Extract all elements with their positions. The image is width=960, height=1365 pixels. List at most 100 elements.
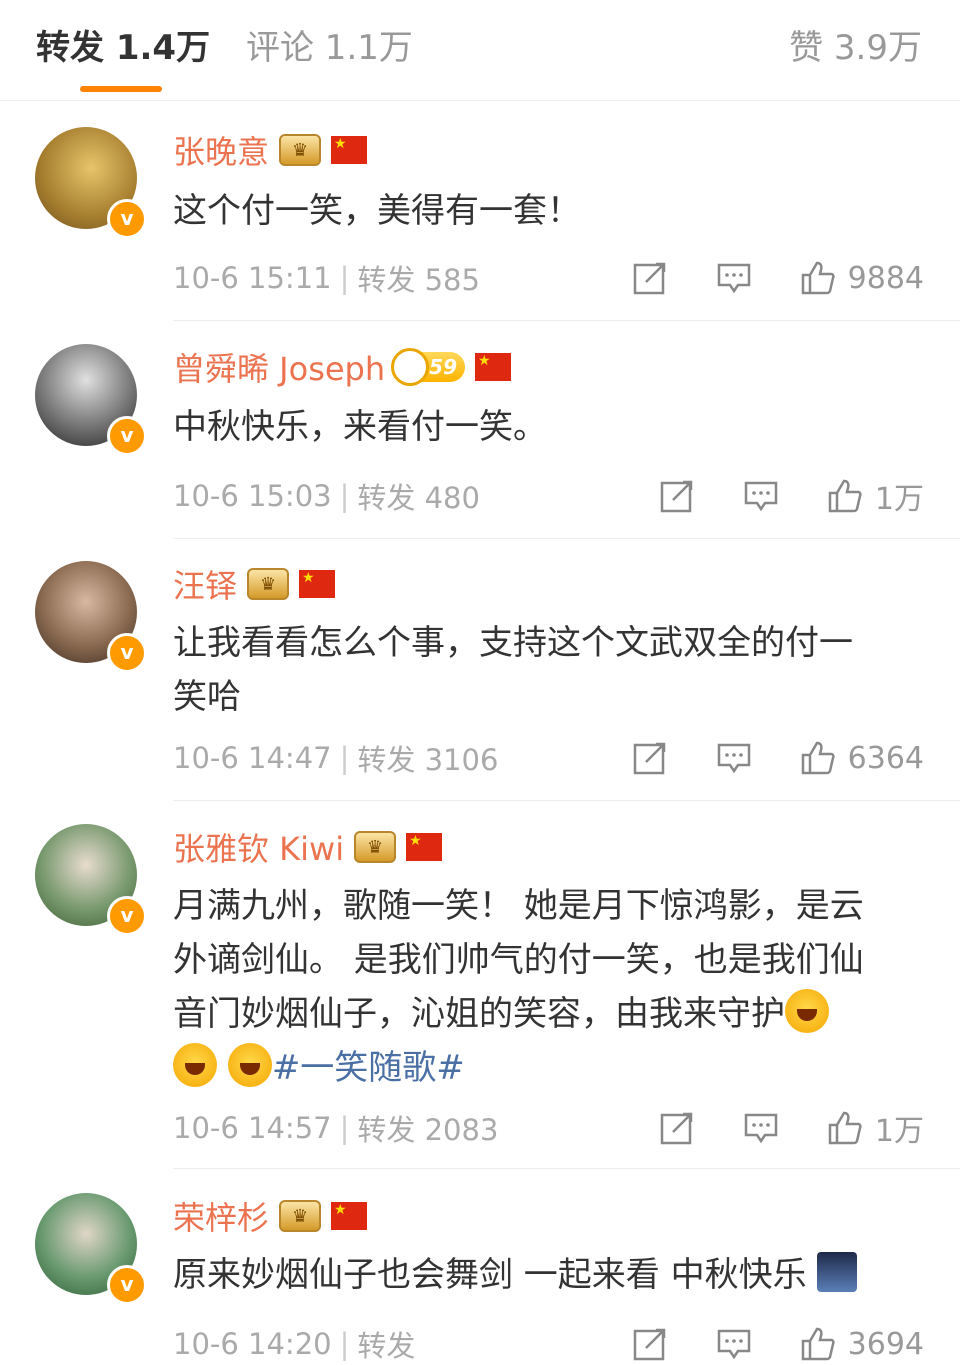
comment-actions: 1万 (659, 474, 924, 518)
name-row: 荣梓杉 ♛ (173, 1193, 368, 1239)
like-button[interactable]: 6364 (800, 740, 924, 776)
level-badge: 59 (391, 348, 465, 386)
comment-meta: 10-6 15:11 | 转发 585 (173, 258, 480, 298)
share-icon[interactable] (632, 260, 668, 296)
member-crown-icon: ♛ (279, 134, 322, 166)
meta-separator: | (339, 1327, 350, 1361)
verified-badge-icon: v (107, 416, 147, 456)
comment-actions: 1万 (659, 1106, 924, 1150)
share-icon[interactable] (632, 1326, 668, 1362)
tab-repost[interactable]: 转发 1.4万 (36, 26, 210, 70)
active-tab-indicator (80, 86, 162, 92)
like-count: 1万 (874, 1114, 924, 1149)
comment-meta: 10-6 14:47 | 转发 3106 (173, 738, 498, 778)
comment-date: 10-6 15:11 (173, 261, 332, 295)
comment-text: 月满九州，歌随一笑！ 她是月下惊鸿影，是云 外谪剑仙。 是我们帅气的付一笑，也是… (173, 879, 923, 1095)
verified-badge-icon: v (107, 633, 147, 673)
user-name[interactable]: 曾舜晞 Joseph (173, 344, 385, 390)
comment-meta: 10-6 15:03 | 转发 480 (173, 476, 480, 516)
comment-text-line: 音门妙烟仙子，沁姐的笑容，由我来守护 (173, 987, 923, 1041)
meta-separator: | (339, 261, 350, 295)
verified-badge-icon: v (107, 199, 147, 239)
comment-actions: 3694 (632, 1324, 924, 1364)
comment-text-segment: 音门妙烟仙子，沁姐的笑容，由我来守护 (173, 994, 785, 1034)
share-icon[interactable] (659, 1110, 695, 1146)
comment-text-line: #一笑随歌# (173, 1041, 923, 1095)
thumbs-up-icon (801, 1327, 835, 1361)
member-crown-icon: ♛ (354, 831, 397, 863)
reply-icon[interactable] (716, 1326, 752, 1362)
china-flag-icon (406, 833, 443, 861)
repost-count: 转发 3106 (357, 743, 499, 777)
comment-text: 原来妙烟仙子也会舞剑 一起来看 中秋快乐 (173, 1248, 923, 1302)
tab-like[interactable]: 赞 3.9万 (789, 26, 922, 70)
china-flag-icon (331, 136, 368, 164)
user-name[interactable]: 汪铎 (173, 561, 237, 607)
divider (173, 320, 960, 321)
astronaut-icon (391, 348, 430, 386)
comment-date: 10-6 15:03 (173, 479, 332, 513)
name-row: 曾舜晞 Joseph 59 (173, 345, 511, 389)
name-row: 张雅钦 Kiwi ♛ (173, 824, 443, 870)
tab-bar: 转发 1.4万 评论 1.1万 赞 3.9万 (0, 0, 960, 101)
laughing-tears-emoji-icon (173, 1043, 217, 1087)
reply-icon[interactable] (716, 740, 752, 776)
avatar[interactable]: v (35, 344, 147, 456)
comment-text: 让我看看怎么个事，支持这个文武双全的付一 笑哈 (173, 616, 923, 724)
comment-text-line: 月满九州，歌随一笑！ 她是月下惊鸿影，是云 (173, 886, 864, 926)
like-button[interactable]: 1万 (827, 474, 924, 518)
comment-date: 10-6 14:57 (173, 1111, 332, 1145)
thumbs-up-icon (828, 1111, 862, 1145)
level-number: 59 (429, 355, 457, 379)
china-flag-icon (475, 353, 511, 381)
meta-separator: | (339, 1111, 350, 1145)
avatar[interactable]: v (35, 127, 147, 239)
comment-text: 这个付一笑，美得有一套！ (173, 191, 581, 231)
comment-meta: 10-6 14:20 | 转发 (173, 1324, 415, 1364)
repost-count: 转发 2083 (357, 1113, 499, 1147)
repost-count: 转发 480 (357, 481, 480, 515)
reply-icon[interactable] (716, 260, 752, 296)
meta-separator: | (339, 741, 350, 775)
like-count: 9884 (847, 260, 924, 296)
user-name[interactable]: 荣梓杉 (173, 1193, 269, 1239)
reply-icon[interactable] (743, 478, 779, 514)
repost-count: 转发 (357, 1329, 416, 1363)
moon-sticker-icon (817, 1252, 858, 1292)
share-icon[interactable] (659, 478, 695, 514)
like-count: 1万 (874, 482, 924, 517)
member-crown-icon: ♛ (279, 1200, 322, 1232)
reply-icon[interactable] (743, 1110, 779, 1146)
meta-separator: | (339, 479, 350, 513)
like-count: 6364 (847, 740, 924, 776)
avatar[interactable]: v (35, 1193, 147, 1305)
user-name[interactable]: 张晚意 (173, 127, 269, 173)
repost-count: 转发 585 (357, 263, 480, 297)
name-row: 张晚意 ♛ (173, 127, 368, 173)
name-row: 汪铎 ♛ (173, 561, 336, 607)
comment-text-segment: 原来妙烟仙子也会舞剑 一起来看 中秋快乐 (173, 1255, 807, 1295)
comment-text: 中秋快乐，来看付一笑。 (173, 407, 547, 447)
laughing-tears-emoji-icon (227, 1043, 272, 1087)
china-flag-icon (331, 1202, 368, 1230)
thumbs-up-icon (828, 479, 862, 513)
like-button[interactable]: 1万 (827, 1106, 924, 1150)
divider (173, 800, 960, 801)
avatar[interactable]: v (35, 561, 147, 673)
tab-comment[interactable]: 评论 1.1万 (246, 26, 413, 70)
avatar[interactable]: v (35, 824, 147, 936)
comment-actions: 9884 (632, 258, 924, 298)
user-name[interactable]: 张雅钦 Kiwi (173, 824, 344, 870)
laughing-tears-emoji-icon (785, 989, 829, 1033)
hashtag-link[interactable]: #一笑随歌# (272, 1048, 465, 1088)
thumbs-up-icon (801, 261, 835, 295)
like-button[interactable]: 3694 (800, 1326, 924, 1362)
share-icon[interactable] (632, 740, 668, 776)
comment-actions: 6364 (632, 738, 924, 778)
comment-date: 10-6 14:20 (173, 1327, 332, 1361)
member-crown-icon: ♛ (247, 568, 290, 600)
divider (173, 538, 960, 539)
comment-date: 10-6 14:47 (173, 741, 332, 775)
verified-badge-icon: v (107, 1265, 147, 1305)
like-button[interactable]: 9884 (800, 260, 924, 296)
